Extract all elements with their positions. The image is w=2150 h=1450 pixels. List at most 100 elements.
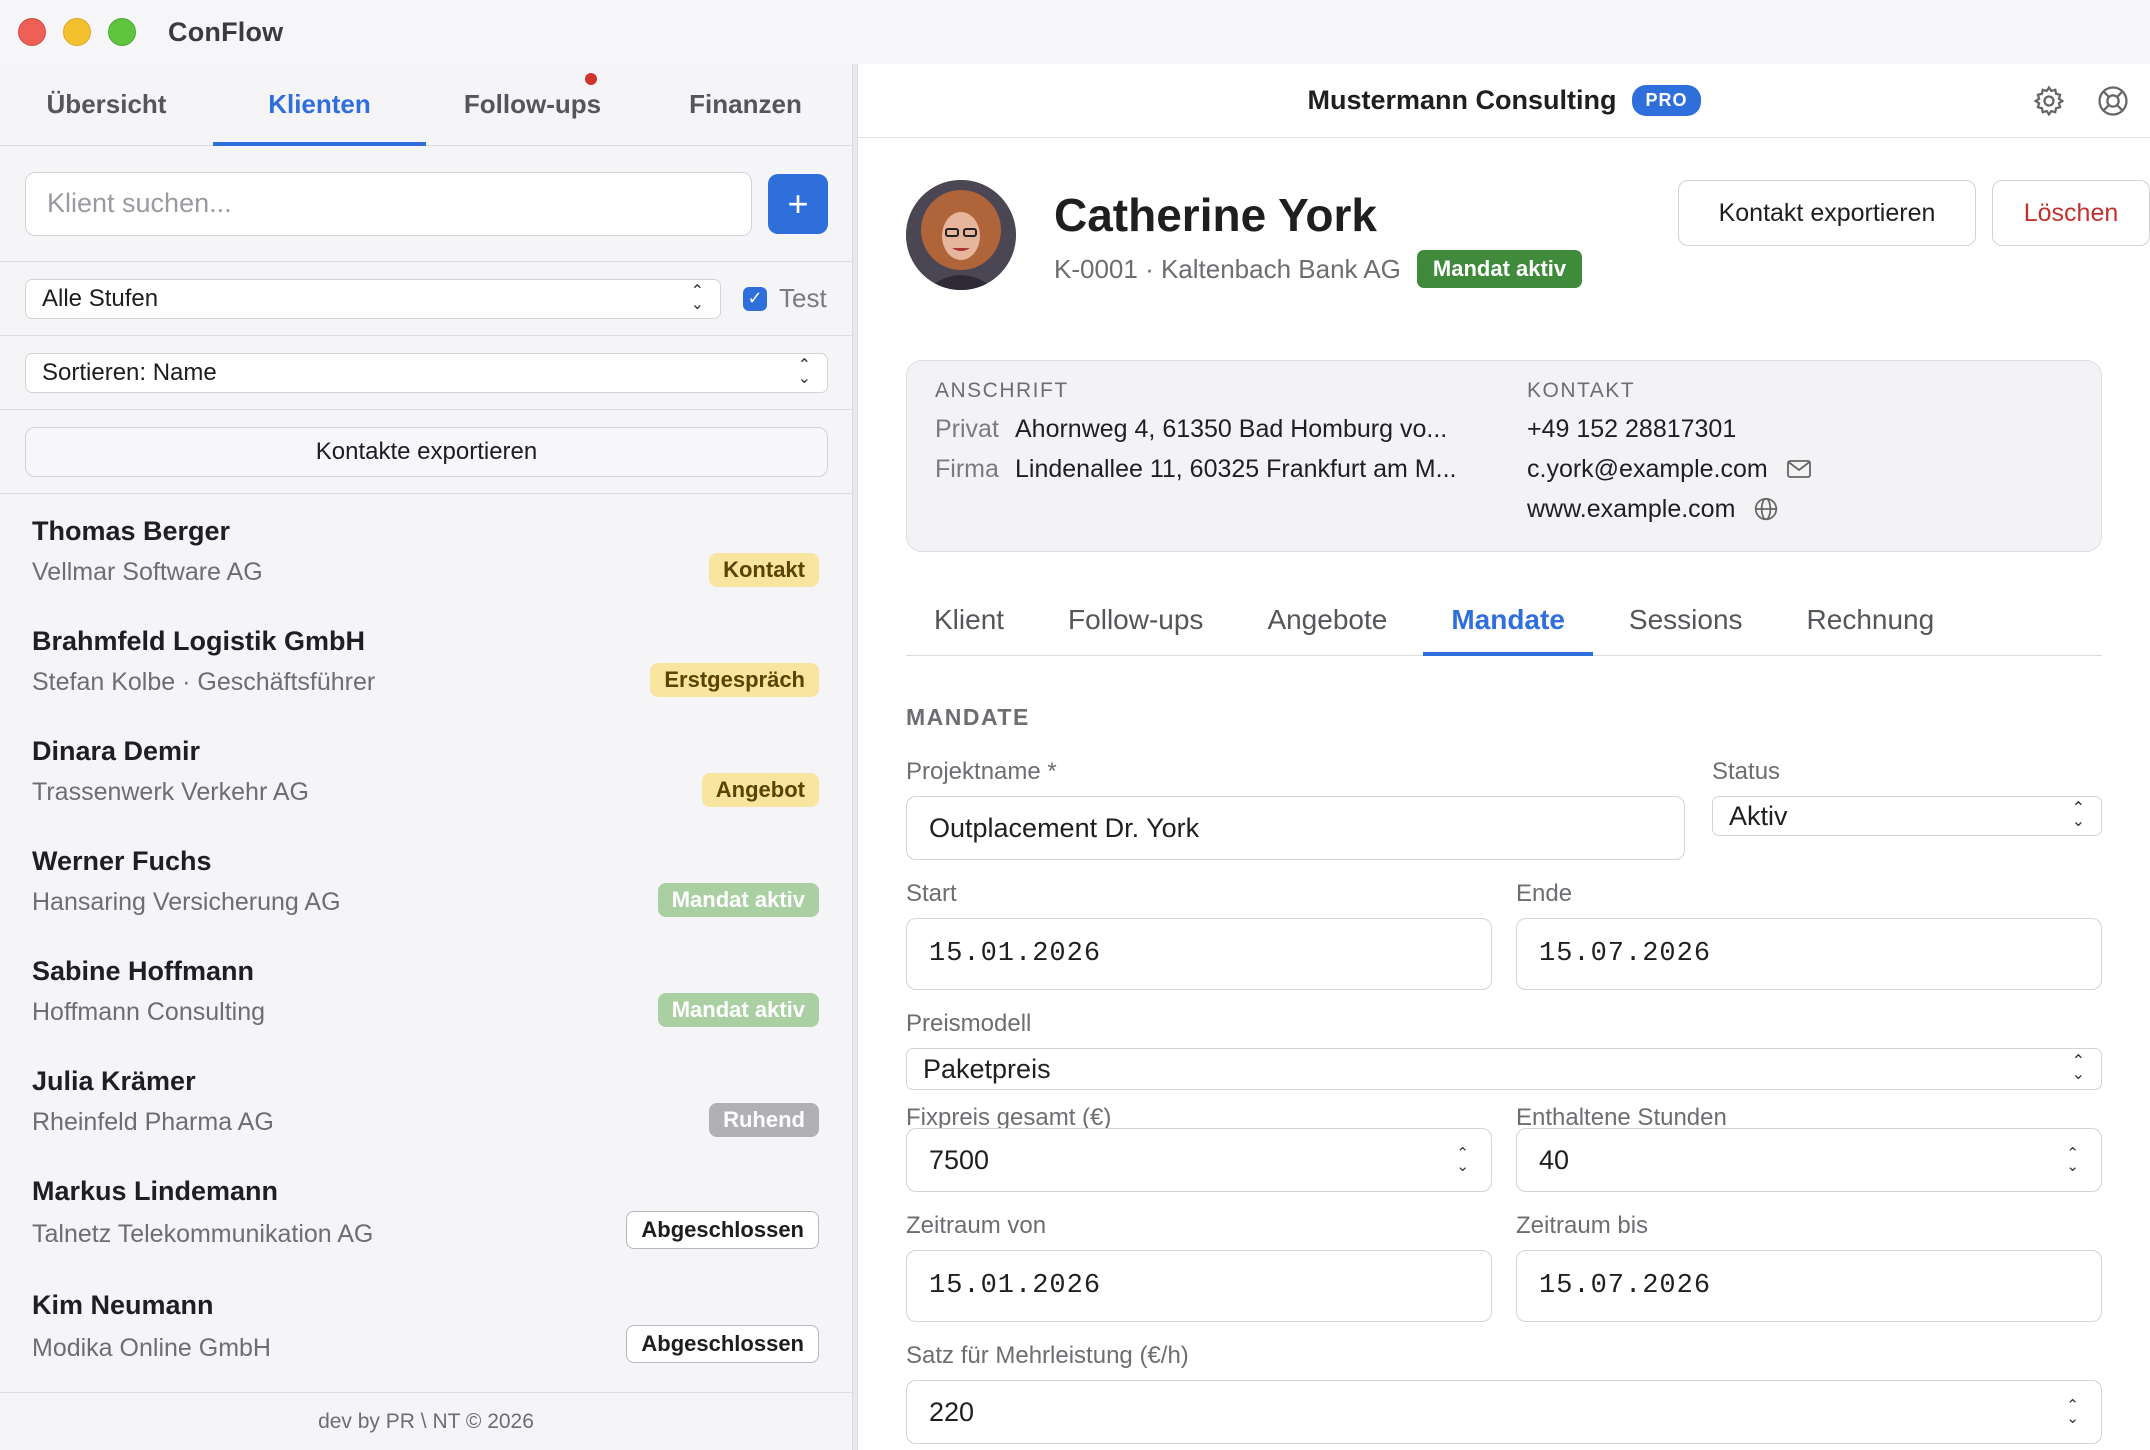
client-list-item[interactable]: Werner Fuchs Hansaring Versicherung AG M… xyxy=(0,834,852,944)
client-list-item[interactable]: Thomas Berger Vellmar Software AG Kontak… xyxy=(0,504,852,614)
envelope-icon[interactable] xyxy=(1786,459,1812,479)
tab-klienten[interactable]: Klienten xyxy=(213,64,426,146)
client-subtitle: Talnetz Telekommunikation AG xyxy=(32,1220,374,1248)
search-row: + xyxy=(0,146,852,262)
client-id-company: K-0001 · Kaltenbach Bank AG xyxy=(1054,253,1401,284)
sort-row: Sortieren: Name ⌃ ⌄ xyxy=(0,336,852,410)
client-name: Werner Fuchs xyxy=(32,846,212,876)
title-bar: ConFlow xyxy=(0,0,2150,64)
tab-finanzen[interactable]: Finanzen xyxy=(639,64,852,145)
tab-follow-ups[interactable]: Follow-ups xyxy=(1040,586,1231,654)
main-panel: Mustermann Consulting PRO Catherine York… xyxy=(858,64,2150,1450)
client-list: Thomas Berger Vellmar Software AG Kontak… xyxy=(0,494,852,1388)
stage-badge: Ruhend xyxy=(709,1103,819,1137)
phone-value: +49 152 28817301 xyxy=(1527,414,1737,443)
extra-rate-label: Satz für Mehrleistung (€/h) xyxy=(906,1342,1189,1369)
stage-badge: Kontakt xyxy=(709,553,819,587)
period-from-input[interactable]: 15.01.2026 xyxy=(906,1250,1492,1322)
client-list-item[interactable]: Brahmfeld Logistik GmbH Stefan Kolbe · G… xyxy=(0,614,852,724)
stepper-icon[interactable]: ⌃ ⌄ xyxy=(1456,1146,1469,1175)
client-name: Markus Lindemann xyxy=(32,1176,279,1206)
main-header: Mustermann Consulting PRO xyxy=(858,64,2150,138)
header-actions xyxy=(2032,84,2130,118)
minimize-window-button[interactable] xyxy=(63,18,91,46)
tab-label: Übersicht xyxy=(46,89,167,119)
lifebuoy-icon[interactable] xyxy=(2096,84,2130,118)
select-chevron-icon: ⌃ ⌄ xyxy=(2071,800,2085,830)
period-to-input[interactable]: 15.07.2026 xyxy=(1516,1250,2102,1322)
sidebar-footer: dev by PR \ NT © 2026 xyxy=(0,1392,852,1450)
end-date-label: Ende xyxy=(1516,880,1573,907)
status-select[interactable]: Aktiv ⌃ ⌄ xyxy=(1712,796,2102,836)
stepper-icon[interactable]: ⌃ ⌄ xyxy=(2066,1146,2079,1175)
test-checkbox-label: Test xyxy=(779,283,827,313)
end-date-input[interactable]: 15.07.2026 xyxy=(1516,918,2102,990)
website-row: www.example.com xyxy=(1527,489,2087,529)
test-checkbox[interactable]: ✓ xyxy=(743,286,767,311)
client-search-input[interactable] xyxy=(25,171,752,236)
export-contact-button[interactable]: Kontakt exportieren xyxy=(1678,180,1976,246)
tab-uebersicht[interactable]: Übersicht xyxy=(0,64,213,145)
client-name: Dinara Demir xyxy=(32,736,201,766)
sort-value: Sortieren: Name xyxy=(42,358,217,386)
delete-client-button[interactable]: Löschen xyxy=(1992,180,2150,246)
gear-icon[interactable] xyxy=(2032,84,2066,118)
period-to-value: 15.07.2026 xyxy=(1539,1271,1712,1301)
tab-rechnung[interactable]: Rechnung xyxy=(1779,586,1963,654)
client-subtitle: Hoffmann Consulting xyxy=(32,998,266,1026)
tab-label: Follow-ups xyxy=(463,89,602,119)
start-date-label: Start xyxy=(906,880,957,907)
pricing-model-label: Preismodell xyxy=(906,1010,1032,1037)
pricing-model-value: Paketpreis xyxy=(923,1053,1051,1084)
pricing-model-select[interactable]: Paketpreis ⌃ ⌄ xyxy=(906,1048,2102,1090)
tab-sessions[interactable]: Sessions xyxy=(1601,586,1771,654)
address-contact-card: ANSCHRIFT Privat Ahornweg 4, 61350 Bad H… xyxy=(906,360,2102,552)
project-name-input[interactable]: Outplacement Dr. York xyxy=(906,796,1685,860)
status-value: Aktiv xyxy=(1729,800,1788,831)
included-hours-input[interactable]: 40 ⌃ ⌄ xyxy=(1516,1128,2102,1192)
tab-klient[interactable]: Klient xyxy=(906,586,1032,654)
fixed-price-input[interactable]: 7500 ⌃ ⌄ xyxy=(906,1128,1492,1192)
sort-select[interactable]: Sortieren: Name ⌃ ⌄ xyxy=(25,352,828,393)
client-subtitle: Modika Online GmbH xyxy=(32,1334,271,1362)
tab-angebote[interactable]: Angebote xyxy=(1239,586,1415,654)
client-profile-header: Catherine York K-0001 · Kaltenbach Bank … xyxy=(906,180,2150,300)
start-date-input[interactable]: 15.01.2026 xyxy=(906,918,1492,990)
tab-follow-ups[interactable]: Follow-ups xyxy=(426,64,639,145)
export-row: Kontakte exportieren xyxy=(0,410,852,494)
client-list-item[interactable]: Sabine Hoffmann Hoffmann Consulting Mand… xyxy=(0,944,852,1054)
select-chevron-icon: ⌃ ⌄ xyxy=(2071,1053,2085,1083)
extra-rate-value: 220 xyxy=(929,1396,975,1427)
client-subtitle: Vellmar Software AG xyxy=(32,558,263,586)
tab-mandate[interactable]: Mandate xyxy=(1423,586,1593,656)
client-list-item[interactable]: Dinara Demir Trassenwerk Verkehr AG Ange… xyxy=(0,724,852,834)
test-filter-toggle[interactable]: ✓ Test xyxy=(743,283,827,314)
email-row: c.york@example.com xyxy=(1527,449,2087,489)
website-value: www.example.com xyxy=(1527,494,1736,523)
close-window-button[interactable] xyxy=(18,18,46,46)
export-contacts-button[interactable]: Kontakte exportieren xyxy=(25,426,828,477)
maximize-window-button[interactable] xyxy=(108,18,136,46)
stage-badge: Mandat aktiv xyxy=(657,883,819,917)
client-list-item[interactable]: Kim Neumann Modika Online GmbH Abgeschlo… xyxy=(0,1278,852,1388)
select-chevron-icon: ⌃ ⌄ xyxy=(797,356,811,387)
stepper-icon[interactable]: ⌃ ⌄ xyxy=(2066,1398,2079,1427)
sidebar-tabs: Übersicht Klienten Follow-ups Finanzen xyxy=(0,64,852,146)
client-name: Brahmfeld Logistik GmbH xyxy=(32,626,366,656)
company-address-label: Firma xyxy=(935,454,999,483)
stage-filter-select[interactable]: Alle Stufen ⌃ ⌄ xyxy=(25,278,721,319)
avatar xyxy=(906,180,1016,290)
client-subtitle: Trassenwerk Verkehr AG xyxy=(32,778,309,806)
stage-filter-value: Alle Stufen xyxy=(42,284,159,312)
client-list-item[interactable]: Julia Krämer Rheinfeld Pharma AG Ruhend xyxy=(0,1054,852,1164)
client-subtitle: Rheinfeld Pharma AG xyxy=(32,1108,274,1136)
client-name: Sabine Hoffmann xyxy=(32,956,255,986)
add-client-button[interactable]: + xyxy=(768,173,828,234)
private-address-label: Privat xyxy=(935,414,999,443)
globe-icon[interactable] xyxy=(1753,496,1779,522)
company-address-value: Lindenallee 11, 60325 Frankfurt am M... xyxy=(1015,454,1457,483)
extra-rate-input[interactable]: 220 ⌃ ⌄ xyxy=(906,1380,2102,1444)
notification-dot xyxy=(585,73,597,85)
company-address-row: Firma Lindenallee 11, 60325 Frankfurt am… xyxy=(935,449,1505,489)
client-list-item[interactable]: Markus Lindemann Talnetz Telekommunikati… xyxy=(0,1164,852,1278)
